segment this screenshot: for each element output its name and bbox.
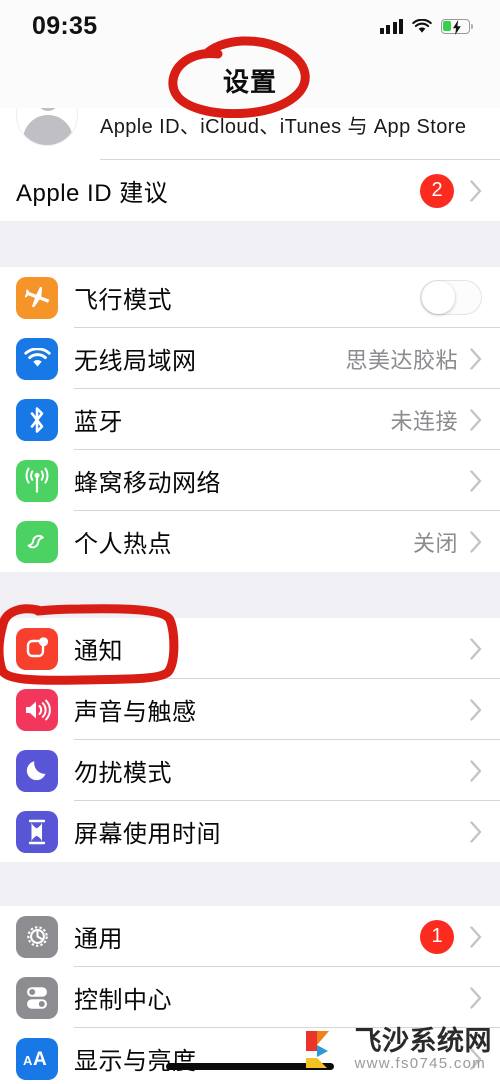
apple-id-suggestions-badge: 2	[420, 173, 454, 208]
status-bar-time: 09:35	[32, 11, 98, 40]
settings-list[interactable]: Apple ID、iCloud、iTunes 与 App Store Apple…	[0, 108, 500, 1084]
svg-text:A: A	[33, 1049, 47, 1070]
status-bar-indicators	[379, 18, 473, 35]
display-brightness-aa-icon: A A	[16, 1037, 58, 1080]
settings-screen: 09:35 设置 Apple ID、iCloud、iTunes 与 App St…	[0, 0, 500, 1084]
settings-row-wifi[interactable]: 无线局域网 思美达胶粘	[0, 328, 500, 389]
cellular-signal-icon	[379, 18, 403, 34]
alerts-group: 通知 声音与触感 勿扰模式 屏幕使用时间	[0, 618, 500, 862]
section-gap	[0, 572, 500, 618]
chevron-right-icon	[470, 820, 482, 843]
wifi-icon	[412, 18, 432, 33]
chevron-right-icon	[470, 179, 482, 202]
settings-row-label: 通用	[74, 926, 123, 953]
settings-row-label: 无线局域网	[74, 348, 197, 375]
general-update-badge: 1	[420, 919, 454, 954]
section-gap	[0, 221, 500, 267]
apple-id-subtitle: Apple ID、iCloud、iTunes 与 App Store	[100, 116, 467, 138]
apple-id-suggestions-row[interactable]: Apple ID 建议 2	[0, 160, 500, 221]
screen-time-hourglass-icon	[16, 810, 58, 853]
wifi-icon	[16, 337, 58, 380]
apple-id-suggestions-label: Apple ID 建议	[16, 180, 169, 207]
watermark-url: www.fs0745.com	[354, 1055, 487, 1072]
watermark-site-name: 飞沙系统网	[354, 1025, 492, 1056]
settings-row-label: 勿扰模式	[74, 760, 172, 787]
watermark-text: 飞沙系统网 www.fs0745.com	[354, 1025, 493, 1072]
settings-row-personal-hotspot[interactable]: 个人热点 关闭	[0, 511, 500, 572]
account-group: Apple ID、iCloud、iTunes 与 App Store Apple…	[0, 108, 500, 221]
site-watermark: 飞沙系统网 www.fs0745.com	[303, 1025, 493, 1072]
page-title: 设置	[222, 66, 277, 97]
settings-row-notifications[interactable]: 通知	[0, 618, 500, 679]
airplane-mode-toggle[interactable]	[420, 280, 482, 315]
chevron-right-icon	[470, 530, 482, 553]
settings-row-airplane-mode[interactable]: 飞行模式	[0, 267, 500, 328]
bluetooth-icon	[16, 398, 58, 441]
battery-charging-icon	[441, 18, 473, 35]
settings-row-label: 声音与触感	[74, 699, 197, 726]
chevron-right-icon	[470, 759, 482, 782]
settings-row-label: 蜂窝移动网络	[74, 470, 221, 497]
wifi-network-value: 思美达胶粘	[345, 347, 458, 373]
chevron-right-icon	[470, 347, 482, 370]
settings-row-cellular[interactable]: 蜂窝移动网络	[0, 450, 500, 511]
chevron-right-icon	[470, 698, 482, 721]
person-avatar-icon	[16, 108, 78, 146]
settings-row-control-center[interactable]: 控制中心	[0, 967, 500, 1028]
settings-row-general[interactable]: 通用 1	[0, 906, 500, 967]
chevron-right-icon	[470, 986, 482, 1009]
gear-icon	[16, 915, 58, 958]
status-bar: 09:35	[0, 0, 500, 52]
settings-row-label: 屏幕使用时间	[74, 821, 221, 848]
settings-row-label: 通知	[74, 638, 123, 665]
settings-row-do-not-disturb[interactable]: 勿扰模式	[0, 740, 500, 801]
settings-row-label: 个人热点	[74, 531, 172, 558]
chevron-right-icon	[470, 637, 482, 660]
control-center-toggles-icon	[16, 976, 58, 1019]
chevron-right-icon	[470, 925, 482, 948]
svg-text:A: A	[23, 1053, 33, 1068]
bluetooth-status-value: 未连接	[390, 408, 458, 434]
settings-row-screen-time[interactable]: 屏幕使用时间	[0, 801, 500, 862]
section-gap	[0, 862, 500, 906]
navigation-bar: 设置	[0, 52, 500, 108]
fs-mountain-logo-icon	[305, 1031, 329, 1069]
airplane-icon	[16, 276, 58, 319]
apple-id-account-row[interactable]: Apple ID、iCloud、iTunes 与 App Store	[0, 108, 500, 160]
settings-row-label: 控制中心	[74, 987, 172, 1014]
hotspot-status-value: 关闭	[412, 530, 458, 556]
chevron-right-icon	[470, 408, 482, 431]
settings-row-bluetooth[interactable]: 蓝牙 未连接	[0, 389, 500, 450]
settings-row-label: 飞行模式	[74, 287, 172, 314]
settings-row-sounds[interactable]: 声音与触感	[0, 679, 500, 740]
connectivity-group: 飞行模式 无线局域网 思美达胶粘 蓝牙 未连接 蜂窝移动网络 个人热点 关闭	[0, 267, 500, 572]
personal-hotspot-icon	[16, 520, 58, 563]
sounds-haptics-icon	[16, 688, 58, 731]
do-not-disturb-moon-icon	[16, 749, 58, 792]
chevron-right-icon	[470, 469, 482, 492]
lightning-bolt-icon	[453, 19, 461, 35]
notifications-icon	[16, 627, 58, 670]
settings-row-label: 蓝牙	[74, 409, 123, 436]
cellular-antenna-icon	[16, 459, 58, 502]
